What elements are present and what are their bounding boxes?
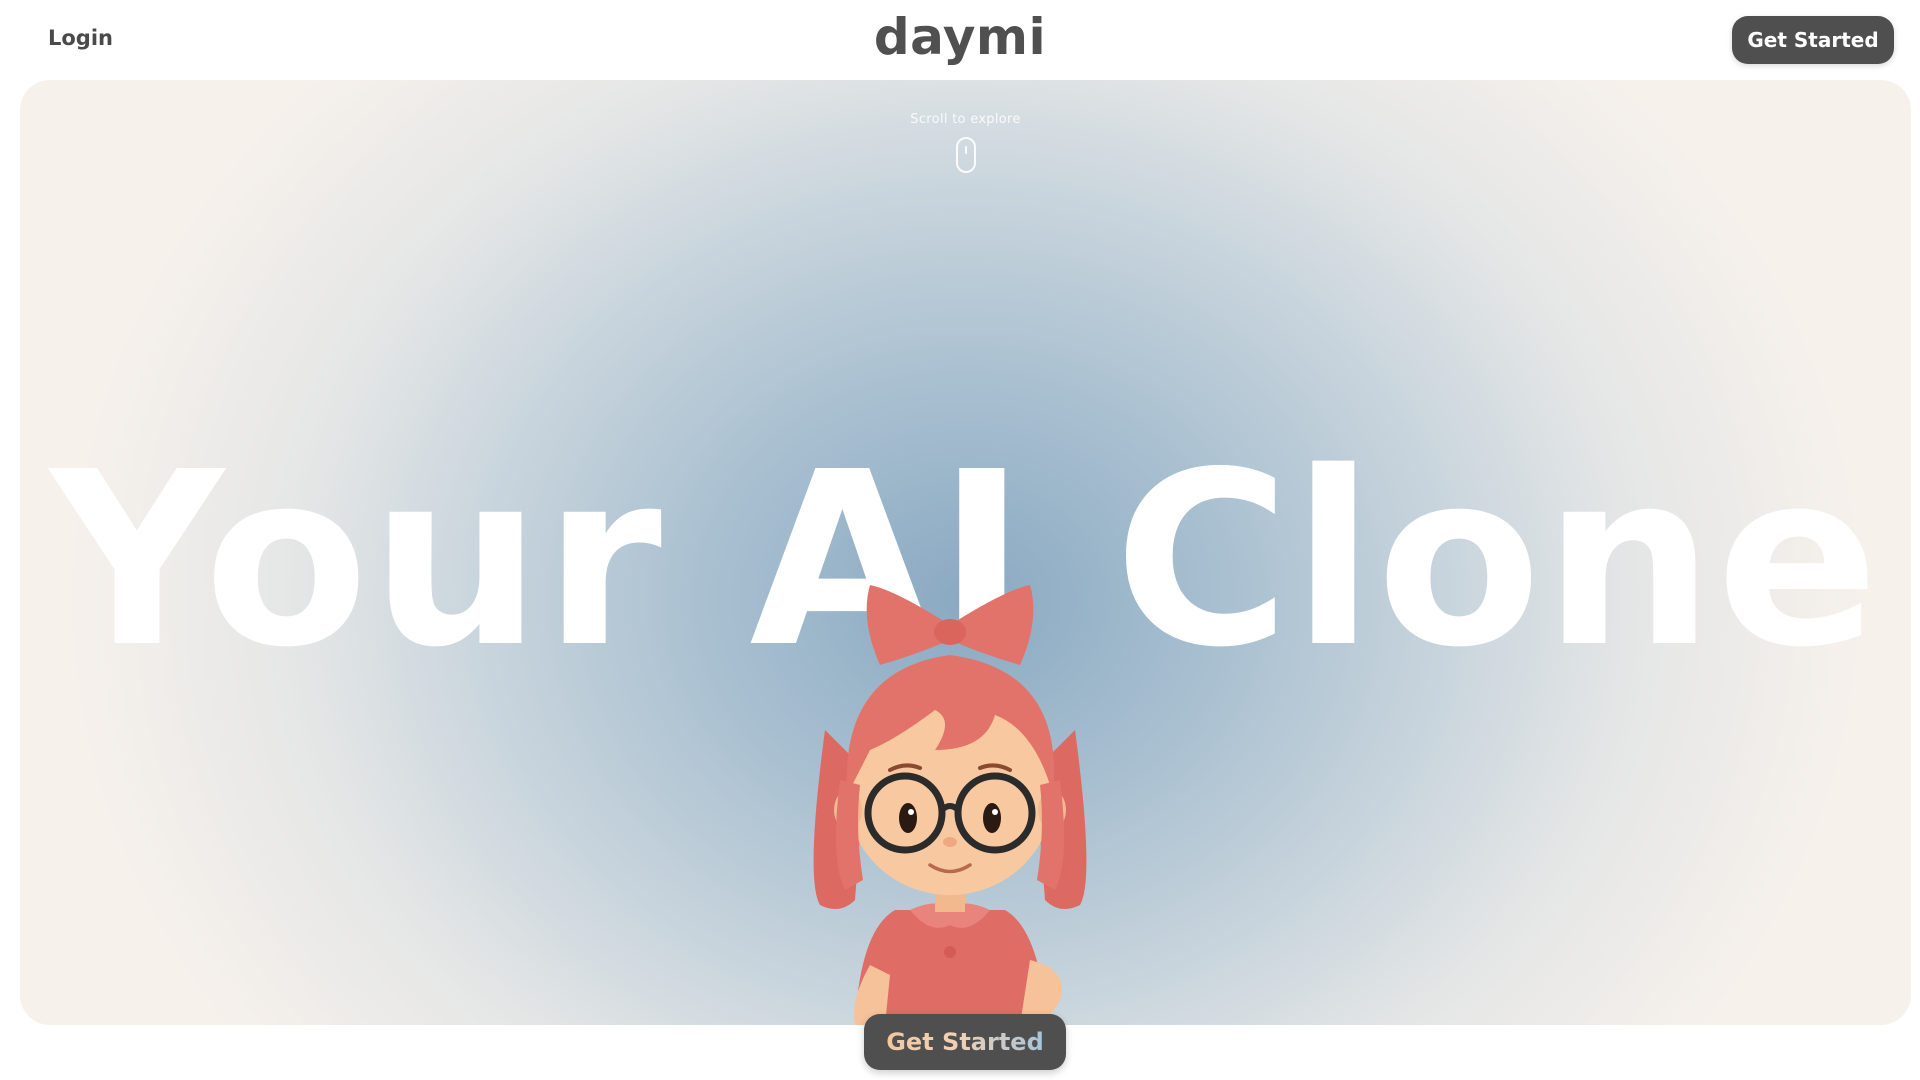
mouse-scroll-icon [955, 137, 976, 173]
get-started-button-header[interactable]: Get Started [1732, 16, 1894, 64]
get-started-button-hero[interactable]: Get Started [864, 1014, 1066, 1070]
brand-logo[interactable]: daymi [0, 8, 1920, 66]
get-started-hero-label: Get Started [886, 1028, 1044, 1056]
avatar-girl-illustration [813, 585, 1087, 1025]
scroll-hint-text: Scroll to explore [910, 112, 1021, 127]
landing-page: Login daymi Get Started Scroll to explor… [0, 0, 1920, 1080]
site-header: Login daymi Get Started [0, 0, 1920, 80]
hero-section: Scroll to explore Your AI Clone [20, 80, 1911, 1025]
scroll-hint: Scroll to explore [20, 112, 1911, 173]
